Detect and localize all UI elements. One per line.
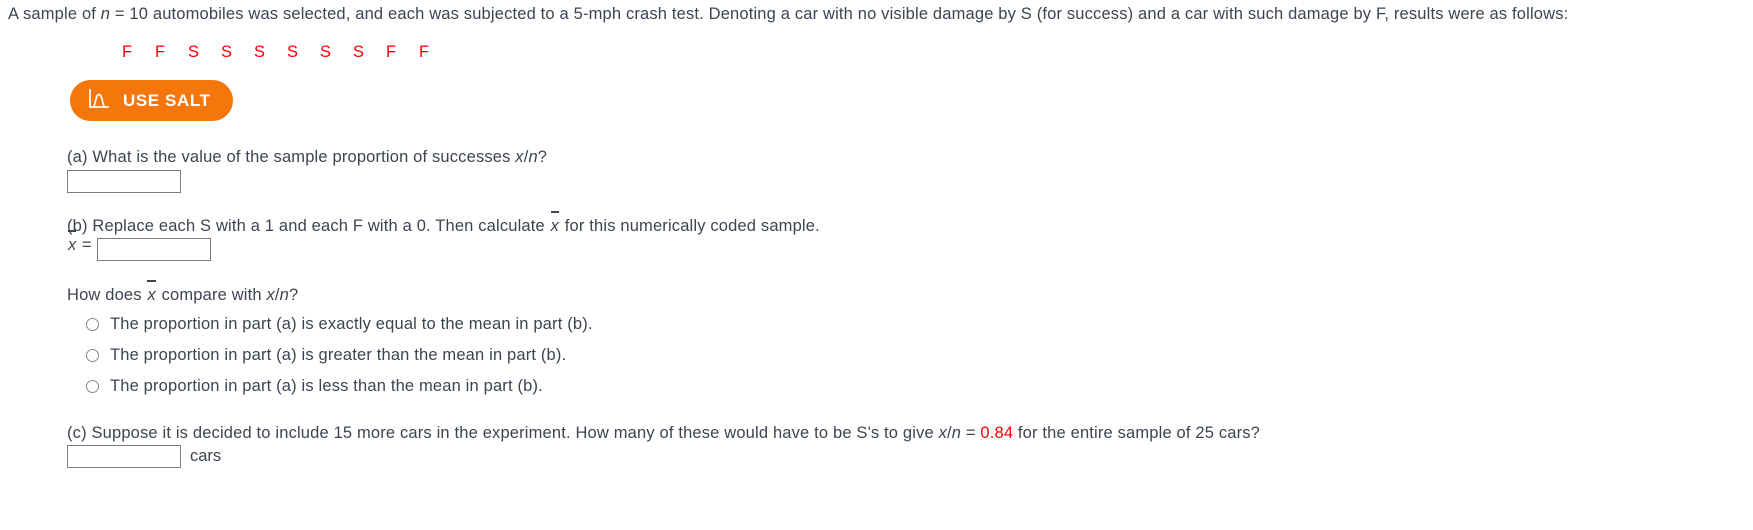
compare-option-label: The proportion in part (a) is greater th… xyxy=(110,346,566,365)
compare-options-group: The proportion in part (a) is exactly eq… xyxy=(86,309,593,402)
sample-value: F xyxy=(419,43,452,62)
symbol-n: n xyxy=(528,148,537,166)
part-c-answer-input[interactable] xyxy=(67,445,181,468)
part-a-answer-input[interactable] xyxy=(67,170,181,193)
use-salt-button[interactable]: USE SALT xyxy=(70,80,233,121)
compare-text-end: ? xyxy=(289,286,298,304)
part-b-answer-input[interactable] xyxy=(97,238,211,261)
part-a-question: (a) What is the value of the sample prop… xyxy=(67,148,547,167)
exercise-page: A sample of n = 10 automobiles was selec… xyxy=(0,0,1753,530)
compare-text-mid: compare with xyxy=(157,286,267,304)
part-a-text-end: ? xyxy=(538,148,547,166)
compare-option-1[interactable]: The proportion in part (a) is exactly eq… xyxy=(86,309,593,340)
part-c-unit-label: cars xyxy=(190,447,221,466)
equals-sign: = xyxy=(82,236,92,254)
compare-question: How does x compare with x/n? xyxy=(67,286,298,305)
compare-option-3[interactable]: The proportion in part (a) is less than … xyxy=(86,371,593,402)
problem-statement-part2: = 10 automobiles was selected, and each … xyxy=(110,5,1568,23)
sample-value: F xyxy=(386,43,419,62)
part-b-text: (b) Replace each S with a 1 and each F w… xyxy=(67,217,550,235)
x-bar-symbol: x xyxy=(67,236,77,255)
part-b-text-end: for this numerically coded sample. xyxy=(560,217,820,235)
compare-option-2[interactable]: The proportion in part (a) is greater th… xyxy=(86,340,593,371)
symbol-x: x xyxy=(515,148,523,166)
sample-value: S xyxy=(221,43,254,62)
x-bar-symbol: x xyxy=(550,217,560,236)
radio-button-icon[interactable] xyxy=(86,380,99,393)
sample-value: F xyxy=(122,43,155,62)
sample-value: F xyxy=(155,43,188,62)
radio-button-icon[interactable] xyxy=(86,318,99,331)
problem-statement: A sample of n = 10 automobiles was selec… xyxy=(8,5,1568,24)
radio-button-icon[interactable] xyxy=(86,349,99,362)
sample-value: S xyxy=(320,43,353,62)
distribution-curve-icon xyxy=(88,89,110,112)
use-salt-label: USE SALT xyxy=(123,91,211,111)
sample-value: S xyxy=(188,43,221,62)
part-c-target-value: 0.84 xyxy=(980,424,1013,442)
symbol-n: n xyxy=(952,424,961,442)
compare-option-label: The proportion in part (a) is less than … xyxy=(110,377,543,396)
sample-value: S xyxy=(287,43,320,62)
symbol-x: x xyxy=(939,424,947,442)
part-c-text-end: for the entire sample of 25 cars? xyxy=(1013,424,1260,442)
compare-text: How does xyxy=(67,286,146,304)
part-c-question: (c) Suppose it is decided to include 15 … xyxy=(67,424,1260,443)
sample-value: S xyxy=(353,43,386,62)
part-c-text: (c) Suppose it is decided to include 15 … xyxy=(67,424,939,442)
part-b-question: (b) Replace each S with a 1 and each F w… xyxy=(67,217,820,236)
symbol-x: x xyxy=(266,286,274,304)
symbol-n: n xyxy=(280,286,289,304)
symbol-n: n xyxy=(101,5,110,23)
problem-statement-part1: A sample of xyxy=(8,5,101,23)
x-bar-symbol: x xyxy=(146,286,156,305)
sample-data-sequence: FFSSSSSSFF xyxy=(122,43,452,62)
part-b-answer-label: x = xyxy=(67,236,91,255)
part-a-text: (a) What is the value of the sample prop… xyxy=(67,148,515,166)
sample-value: S xyxy=(254,43,287,62)
compare-option-label: The proportion in part (a) is exactly eq… xyxy=(110,315,593,334)
equals-sign: = xyxy=(961,424,980,442)
